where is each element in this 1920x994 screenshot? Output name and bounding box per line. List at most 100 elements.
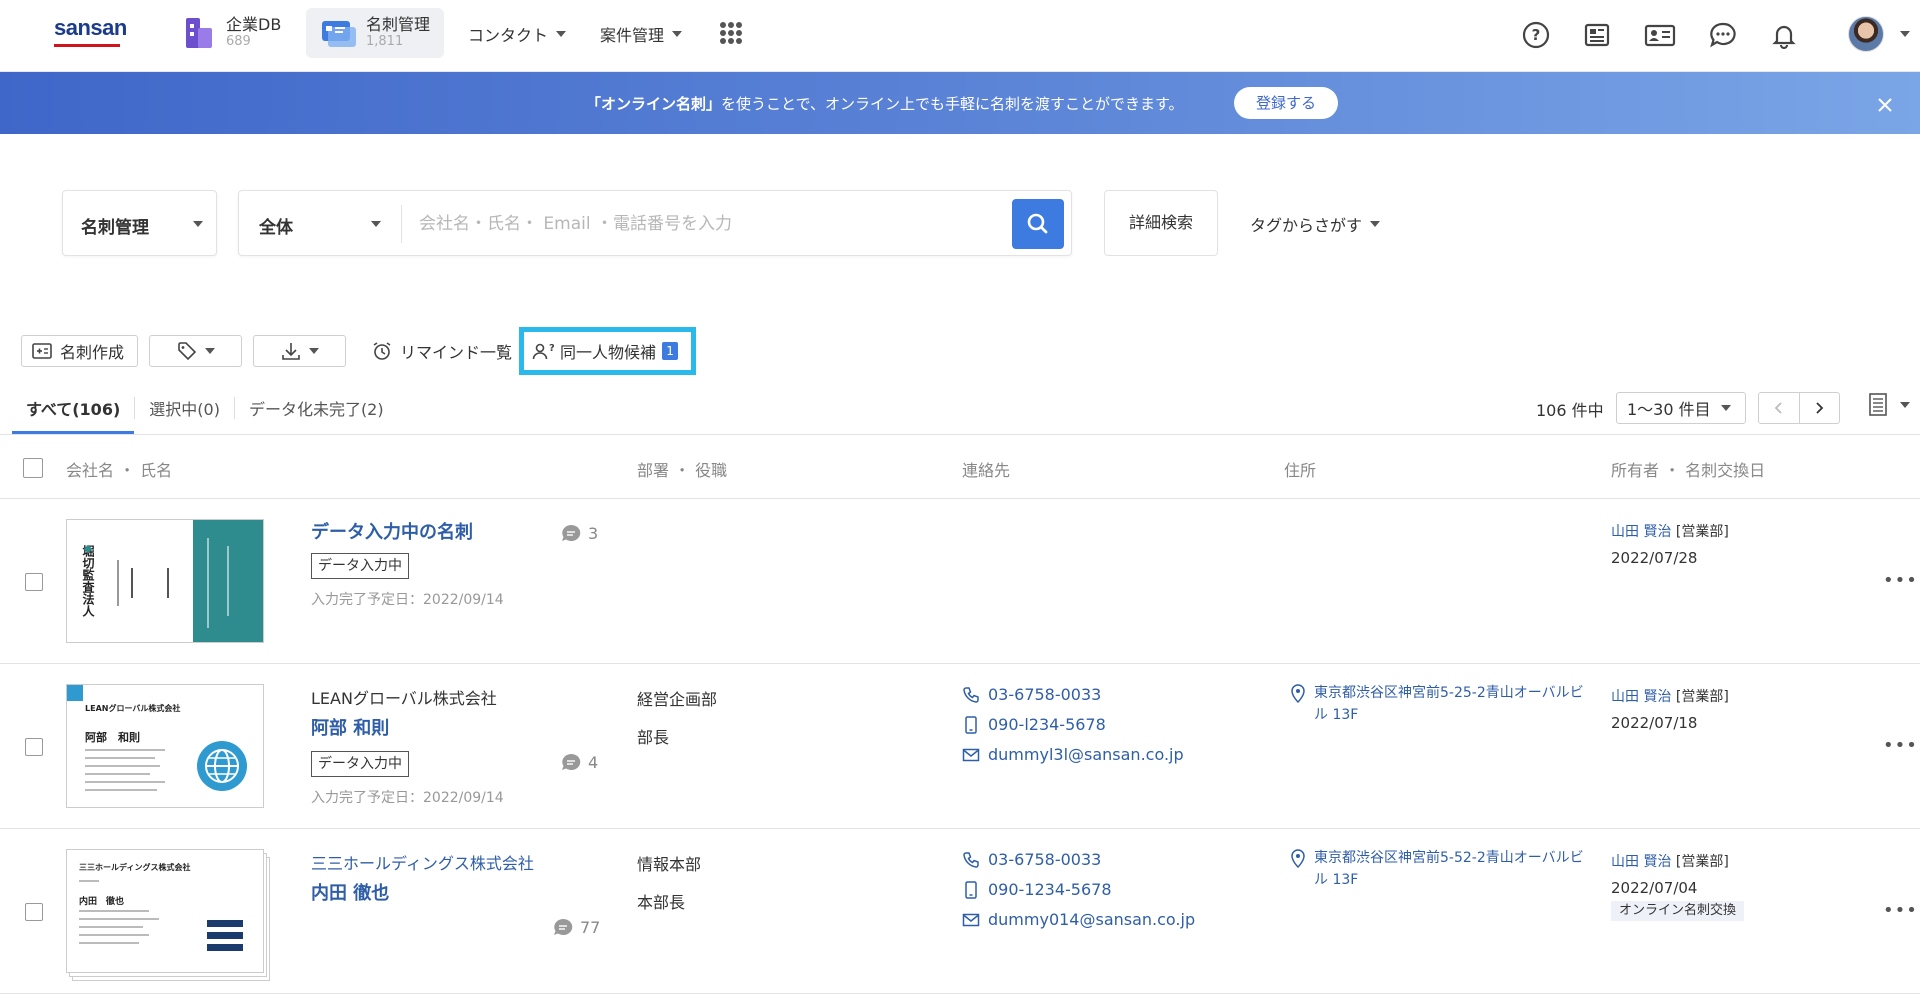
mobile-icon <box>965 715 977 734</box>
tab-selected[interactable]: 選択中(0) <box>135 392 234 434</box>
tab-incomplete[interactable]: データ化未完了(2) <box>235 392 398 434</box>
address-link[interactable]: 東京都渋谷区神宮前5-25-2青山オーバルビル 13F <box>1290 682 1584 726</box>
news-icon[interactable] <box>1582 20 1612 50</box>
duplicate-candidates-link[interactable]: ? 同一人物候補 1 <box>532 339 679 363</box>
owner-name[interactable]: 山田 賢治 [営業部] <box>1611 521 1729 541</box>
select-all-checkbox[interactable] <box>23 458 43 478</box>
sansan-logo[interactable]: sansan <box>54 16 127 47</box>
my-card-icon[interactable] <box>1643 20 1677 50</box>
column-header[interactable]: 会社名 ・ 氏名 <box>66 457 172 481</box>
caret-down-icon[interactable] <box>1900 31 1910 37</box>
phone-link[interactable]: 03-6758-0033 <box>962 850 1101 869</box>
search-button[interactable] <box>1012 199 1064 249</box>
company-name-link[interactable]: 三三ホールディングス株式会社 <box>311 850 534 874</box>
download-button[interactable] <box>253 335 346 367</box>
close-icon[interactable] <box>1876 96 1894 114</box>
phone-icon <box>963 851 979 868</box>
tab-all[interactable]: すべて(106) <box>12 392 135 434</box>
business-card-image[interactable]: 三三ホールディングス株式会社 内田 徹也 <box>66 849 264 973</box>
row-checkbox[interactable] <box>25 738 43 756</box>
mobile-icon <box>965 880 977 899</box>
advanced-search-button[interactable]: 詳細検索 <box>1104 190 1218 256</box>
mobile-link[interactable]: 090-1234-5678 <box>962 880 1112 899</box>
owner-name[interactable]: 山田 賢治 [営業部] <box>1611 686 1729 706</box>
more-options-icon[interactable]: ••• <box>1883 570 1918 591</box>
bell-icon[interactable] <box>1769 20 1799 50</box>
remind-list-link[interactable]: リマインド一覧 <box>372 339 512 363</box>
business-card-image[interactable]: 堀切監査法人 <box>66 519 264 643</box>
owner-name[interactable]: 山田 賢治 [営業部] <box>1611 851 1729 871</box>
nav-app-company-db[interactable]: 企業DB 689 <box>168 8 295 58</box>
nav-app-label: 名刺管理 <box>366 15 431 34</box>
list-tabs: すべて(106) 選択中(0) データ化未完了(2) <box>12 392 398 434</box>
search-filter-select[interactable]: 全体 <box>259 213 293 238</box>
phone-icon <box>963 686 979 703</box>
more-options-icon[interactable]: ••• <box>1883 900 1918 921</box>
user-avatar[interactable] <box>1848 16 1884 52</box>
chat-icon[interactable] <box>1708 20 1738 50</box>
tag-icon <box>177 342 196 361</box>
online-exchange-badge: オンライン名刺交換 <box>1611 901 1745 921</box>
duplicate-count-badge: 1 <box>662 342 679 360</box>
comment-count[interactable]: 77 <box>552 917 600 937</box>
nav-deal-menu[interactable]: 案件管理 <box>600 22 683 46</box>
business-card-image[interactable]: LEANグローバル株式会社 阿部 和則 <box>66 684 264 808</box>
help-icon[interactable]: ? <box>1521 20 1551 50</box>
chevron-right-icon <box>1816 402 1824 414</box>
table-row[interactable]: LEANグローバル株式会社 阿部 和則 LEANグローバル株式会社 阿部 和則 … <box>0 664 1920 829</box>
comment-count[interactable]: 4 <box>560 752 598 772</box>
mobile-link[interactable]: 090-l234-5678 <box>962 715 1106 734</box>
more-options-icon[interactable]: ••• <box>1883 735 1918 756</box>
download-icon <box>281 343 300 360</box>
exchange-date: 2022/07/28 <box>1611 549 1698 567</box>
view-mode-icon[interactable] <box>1868 392 1890 418</box>
search-icon <box>1027 213 1048 234</box>
comment-count[interactable]: 3 <box>560 523 598 543</box>
nav-app-card-management[interactable]: 名刺管理 1,811 <box>306 8 444 58</box>
phone-link[interactable]: 03-6758-0033 <box>962 685 1101 704</box>
card-name-link[interactable]: 阿部 和則 <box>311 714 389 740</box>
search-bar: 全体 <box>238 190 1072 256</box>
email-link[interactable]: dummyl3l@sansan.co.jp <box>962 745 1184 764</box>
pagination <box>1758 392 1840 424</box>
card-name-link[interactable]: データ入力中の名刺 <box>311 518 473 544</box>
page-range-select[interactable]: 1〜30 件目 <box>1616 392 1746 424</box>
row-checkbox[interactable] <box>25 903 43 921</box>
email-link[interactable]: dummy014@sansan.co.jp <box>962 910 1195 929</box>
tag-search-dropdown[interactable]: タグからさがす <box>1250 212 1381 236</box>
map-pin-icon <box>1291 849 1305 869</box>
prev-page-button[interactable] <box>1759 393 1800 423</box>
caret-down-icon <box>556 31 567 37</box>
company-db-icon <box>186 18 212 48</box>
online-card-banner: 「オンライン名刺」を使うことで、オンライン上でも手軽に名刺を渡すことができます。… <box>0 72 1920 134</box>
business-card-icon <box>322 21 356 47</box>
row-checkbox[interactable] <box>25 573 43 591</box>
nav-app-count: 689 <box>226 34 251 49</box>
completion-date: 入力完了予定日：2022/09/14 <box>311 790 504 806</box>
department: 経営企画部 <box>637 690 718 709</box>
add-card-icon <box>32 343 52 359</box>
table-row[interactable]: 三三ホールディングス株式会社 内田 徹也 三三ホールディングス株式会社 内田 徹… <box>0 829 1920 994</box>
tag-button[interactable] <box>149 335 242 367</box>
create-card-button[interactable]: 名刺作成 <box>21 335 138 367</box>
caret-down-icon[interactable] <box>371 221 381 227</box>
company-name: LEANグローバル株式会社 <box>311 689 497 708</box>
nav-contact-menu[interactable]: コンタクト <box>468 22 567 46</box>
search-scope-select[interactable]: 名刺管理 <box>62 190 217 256</box>
caret-down-icon[interactable] <box>1900 402 1910 408</box>
search-input[interactable] <box>419 207 1019 241</box>
exchange-date: 2022/07/04 <box>1611 879 1698 897</box>
card-name-link[interactable]: 内田 徹也 <box>311 879 389 905</box>
caret-down-icon <box>308 348 319 354</box>
caret-down-icon <box>1720 405 1731 411</box>
next-page-button[interactable] <box>1800 393 1840 423</box>
mail-icon <box>962 913 980 926</box>
column-header: 部署 ・ 役職 <box>637 461 728 480</box>
total-count: 106 件中 <box>1536 401 1604 420</box>
address-link[interactable]: 東京都渋谷区神宮前5-52-2青山オーバルビル 13F <box>1290 847 1584 891</box>
table-row[interactable]: 堀切監査法人 データ入力中の名刺 データ入力中 入力完了予定日：2022/09/… <box>0 499 1920 664</box>
register-button[interactable]: 登録する <box>1234 87 1338 119</box>
app-grid-icon[interactable] <box>720 22 742 44</box>
column-header[interactable]: 所有者 ・ 名刺交換日 <box>1611 457 1765 481</box>
alarm-clock-icon <box>373 342 391 360</box>
